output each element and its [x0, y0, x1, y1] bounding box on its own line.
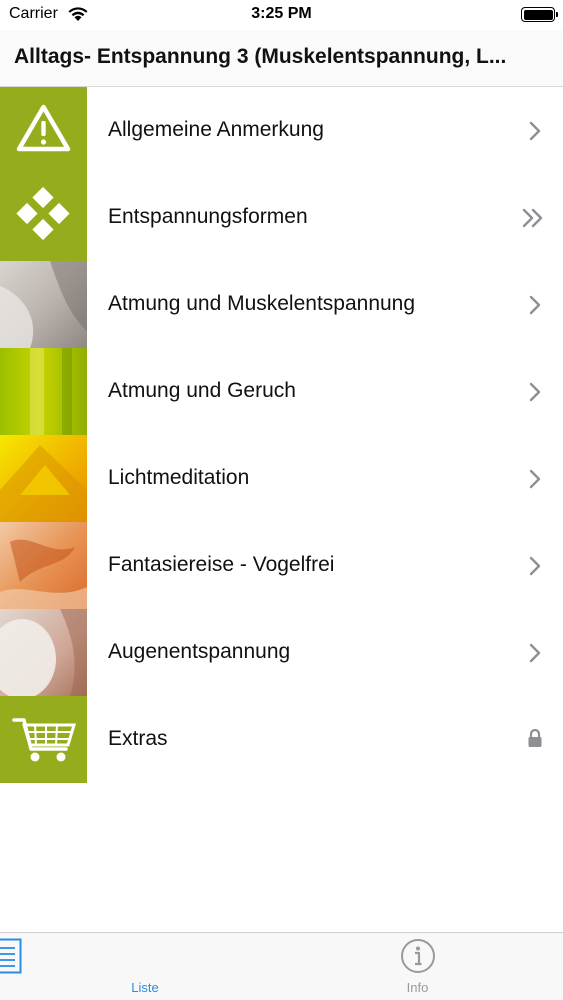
page-title: Alltags- Entspannung 3 (Muskelentspannun…: [14, 45, 507, 68]
list-item-extras[interactable]: Extras: [0, 696, 563, 783]
chevron-right-icon: [529, 121, 541, 141]
list-item-lichtmeditation[interactable]: Lichtmeditation: [0, 435, 563, 522]
list-item-label: Atmung und Muskelentspannung: [108, 292, 416, 315]
list-item-label: Extras: [108, 727, 168, 750]
list-item-label: Fantasiereise - Vogelfrei: [108, 553, 335, 576]
battery-icon: [521, 7, 558, 22]
tab-bar: Liste Info: [0, 932, 563, 1000]
chevron-right-icon: [529, 295, 541, 315]
lock-icon: [528, 728, 542, 747]
tab-label: Info: [406, 980, 429, 995]
tab-info[interactable]: Info: [277, 933, 558, 1000]
status-time: 3:25 PM: [251, 5, 312, 22]
list-item-label: Augenentspannung: [108, 640, 291, 663]
list-item-label: Atmung und Geruch: [108, 379, 296, 402]
tab-label: Liste: [131, 980, 159, 995]
chevron-right-icon: [529, 556, 541, 576]
shopping-cart-icon: [0, 696, 87, 783]
photo-thumbnail: [0, 609, 87, 696]
warning-icon: [0, 87, 87, 174]
list-item-entspannungsformen[interactable]: Entspannungsformen: [0, 174, 563, 261]
double-chevron-right-icon: [522, 208, 543, 228]
photo-thumbnail: [0, 348, 87, 435]
list-icon: [0, 938, 22, 974]
list-item-atmung-und-muskelentspannung[interactable]: Atmung und Muskelentspannung: [0, 261, 563, 348]
navigation-bar: Alltags- Entspannung 3 (Muskelentspannun…: [0, 30, 563, 87]
status-bar: Carrier 3:25 PM: [0, 0, 563, 30]
list-item-atmung-und-geruch[interactable]: Atmung und Geruch: [0, 348, 563, 435]
list-item-label: Entspannungsformen: [108, 205, 308, 228]
diamond-pattern-icon: [0, 174, 87, 261]
info-icon: [400, 939, 435, 973]
list-item-allgemeine-anmerkung[interactable]: Allgemeine Anmerkung: [0, 87, 563, 174]
photo-thumbnail: [0, 522, 87, 609]
list-item-label: Allgemeine Anmerkung: [108, 118, 324, 141]
chevron-right-icon: [529, 382, 541, 402]
chevron-right-icon: [529, 469, 541, 489]
list-item-augenentspannung[interactable]: Augenentspannung: [0, 609, 563, 696]
chevron-right-icon: [529, 643, 541, 663]
list-item-fantasiereise-vogelfrei[interactable]: Fantasiereise - Vogelfrei: [0, 522, 563, 609]
tab-liste[interactable]: Liste: [0, 933, 286, 1000]
list-item-label: Lichtmeditation: [108, 466, 250, 489]
photo-thumbnail: [0, 261, 87, 348]
photo-thumbnail: [0, 435, 87, 522]
menu-list: Allgemeine Anmerkung Entspannungsformen: [0, 87, 563, 783]
